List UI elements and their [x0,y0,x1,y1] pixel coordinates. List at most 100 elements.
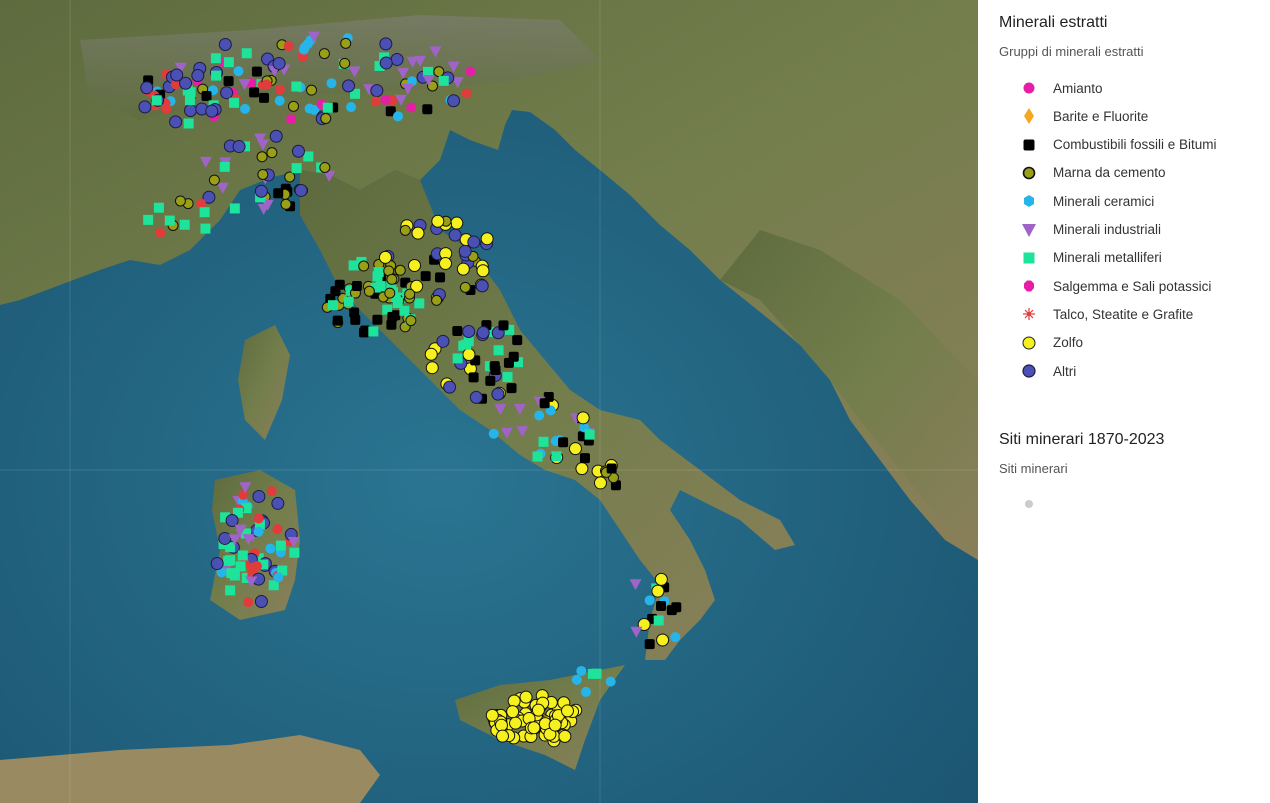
mining-site-marker[interactable] [392,111,403,122]
mining-site-marker[interactable] [294,183,308,197]
mining-site-marker[interactable] [223,555,234,566]
mining-site-marker[interactable] [256,151,268,163]
mining-site-marker[interactable] [288,100,300,112]
mining-site-marker[interactable] [448,228,462,242]
mining-site-marker[interactable] [138,100,152,114]
mining-site-marker[interactable] [266,485,277,496]
mining-site-marker[interactable] [467,235,481,249]
mining-site-marker[interactable] [210,557,224,571]
mining-site-marker[interactable] [488,428,499,439]
mining-site-marker[interactable] [299,42,310,53]
mining-site-marker[interactable] [223,76,234,87]
mining-site-marker[interactable] [394,264,406,276]
mining-site-marker[interactable] [164,215,175,226]
mining-site-marker[interactable] [420,271,431,282]
mining-site-marker[interactable] [272,56,286,70]
mining-site-marker[interactable] [211,70,222,81]
mining-site-marker[interactable] [465,66,476,77]
mining-site-marker[interactable] [205,104,219,118]
mining-site-marker[interactable] [291,81,302,92]
mining-site-marker[interactable] [503,357,514,368]
mining-site-marker[interactable] [480,232,494,246]
mining-site-marker[interactable] [461,88,472,99]
mining-site-marker[interactable] [435,272,446,283]
mining-site-marker[interactable] [558,729,572,743]
mining-site-marker[interactable] [414,298,425,309]
mining-site-marker[interactable] [579,453,590,464]
mining-site-marker[interactable] [348,260,359,271]
mining-site-marker[interactable] [346,102,357,113]
mining-site-marker[interactable] [571,674,582,685]
mining-site-marker[interactable] [384,287,396,299]
mining-site-marker[interactable] [534,410,545,421]
mining-site-marker[interactable] [489,361,500,372]
mining-site-marker[interactable] [243,597,254,608]
mining-site-marker[interactable] [399,224,411,236]
mining-site-marker[interactable] [506,383,517,394]
mining-site-marker[interactable] [200,223,211,234]
mining-site-marker[interactable] [584,429,595,440]
mining-site-marker[interactable] [261,79,272,90]
mining-site-marker[interactable] [379,56,393,70]
mining-site-marker[interactable] [568,442,582,456]
mining-site-marker[interactable] [605,676,616,687]
mining-site-marker[interactable] [575,462,589,476]
mining-site-marker[interactable] [169,115,183,129]
mining-site-marker[interactable] [443,380,457,394]
mining-site-marker[interactable] [386,319,397,330]
mining-site-marker[interactable] [229,203,240,214]
mining-site-marker[interactable] [422,104,433,115]
mining-site-marker[interactable] [273,188,284,199]
mining-site-marker[interactable] [266,147,278,159]
mining-site-marker[interactable] [232,140,246,154]
mining-site-marker[interactable] [494,718,508,732]
mining-site-marker[interactable] [251,560,262,571]
mining-site-marker[interactable] [527,721,541,735]
mining-site-marker[interactable] [304,103,315,114]
mining-site-marker[interactable] [218,531,232,545]
mining-site-marker[interactable] [411,226,425,240]
mining-site-marker[interactable] [456,262,470,276]
mining-site-marker[interactable] [531,703,545,717]
mining-site-marker[interactable] [286,114,297,125]
mining-site-marker[interactable] [509,716,523,730]
mining-site-marker[interactable] [272,524,283,535]
mining-site-marker[interactable] [580,686,591,697]
mining-site-marker[interactable] [406,102,417,113]
mining-site-marker[interactable] [459,281,471,293]
mining-site-marker[interactable] [273,572,284,583]
mining-site-marker[interactable] [653,615,664,626]
mining-site-marker[interactable] [576,665,587,676]
mining-site-marker[interactable] [507,694,521,708]
mining-site-marker[interactable] [201,91,212,102]
mining-site-marker[interactable] [151,95,162,106]
mining-site-marker[interactable] [593,476,607,490]
mining-site-marker[interactable] [340,37,352,49]
mining-site-marker[interactable] [271,496,285,510]
mining-site-marker[interactable] [233,66,244,77]
mining-site-marker[interactable] [326,78,337,89]
mining-site-marker[interactable] [656,601,667,612]
mining-site-marker[interactable] [199,207,210,218]
mining-site-marker[interactable] [380,94,391,105]
mining-site-marker[interactable] [284,171,296,183]
mining-site-marker[interactable] [654,572,668,586]
mining-site-marker[interactable] [269,129,283,143]
mining-site-marker[interactable] [322,102,333,113]
mining-site-marker[interactable] [591,668,602,679]
mining-site-marker[interactable] [475,279,489,293]
mining-site-marker[interactable] [235,561,246,572]
mining-site-marker[interactable] [468,372,479,383]
mining-site-marker[interactable] [343,296,354,307]
mining-site-marker[interactable] [155,227,166,238]
mining-site-marker[interactable] [195,198,206,209]
mining-site-marker[interactable] [670,632,681,643]
mining-site-marker[interactable] [258,92,269,103]
mining-site-marker[interactable] [506,705,520,719]
mining-site-marker[interactable] [318,48,330,60]
mining-site-marker[interactable] [223,57,234,68]
mining-site-marker[interactable] [491,387,505,401]
mining-site-marker[interactable] [170,68,184,82]
mining-site-marker[interactable] [502,372,513,383]
mining-site-marker[interactable] [386,273,398,285]
